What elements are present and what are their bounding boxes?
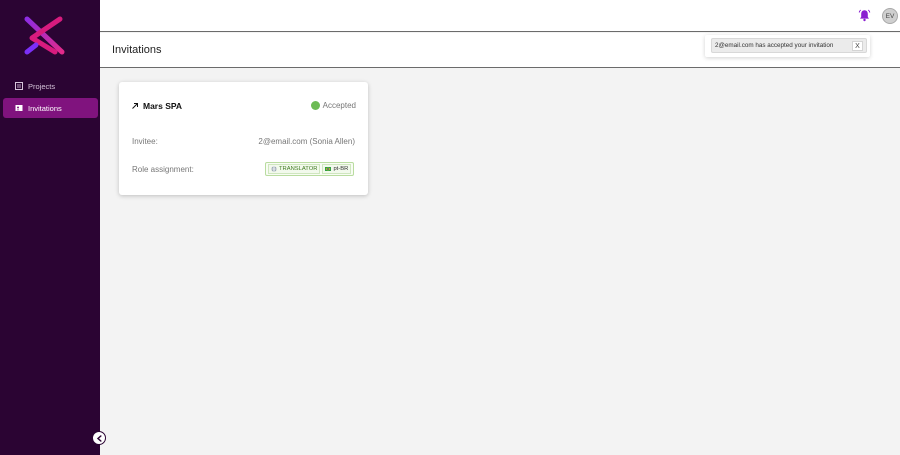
topbar: EV: [100, 0, 900, 32]
project-name: Mars SPA: [143, 101, 183, 111]
role-chip-label: TRANSLATOR: [279, 166, 318, 172]
invitee-label: Invitee:: [132, 137, 158, 146]
language-chip-label: pt-BR: [333, 166, 349, 172]
arrow-up-right-icon: [131, 102, 139, 110]
toast-close-button[interactable]: X: [852, 41, 863, 51]
project-link[interactable]: Mars SPA: [131, 101, 182, 111]
status-text: Accepted: [322, 101, 356, 110]
invitations-icon: [15, 104, 23, 112]
sidebar-item-label: Projects: [28, 81, 56, 91]
toast-message-box: 2@email.com has accepted your invitation…: [711, 38, 867, 53]
invitation-card: Mars SPA Accepted Invitee: 2@email.com (…: [119, 82, 368, 195]
chevron-left-icon: [96, 434, 103, 442]
role-assignment-label: Role assignment:: [132, 165, 194, 174]
invitee-value: 2@email.com (Sonia Allen): [258, 137, 355, 146]
projects-icon: [15, 82, 23, 90]
toast-notification: 2@email.com has accepted your invitation…: [705, 35, 870, 57]
language-chip: pt-BR: [322, 164, 352, 174]
status-dot: [310, 101, 320, 110]
collapse-sidebar-button[interactable]: [92, 431, 106, 445]
status-badge: Accepted: [310, 101, 356, 110]
sidebar-item-invitations[interactable]: Invitations: [3, 98, 98, 118]
role-assignment-chips: TRANSLATOR pt-BR: [265, 162, 355, 176]
brazil-flag-icon: [325, 166, 332, 172]
sidebar-item-projects[interactable]: Projects: [3, 76, 98, 96]
logo[interactable]: [22, 14, 66, 58]
role-chip: TRANSLATOR: [268, 164, 321, 174]
sidebar: Projects Invitations: [0, 0, 106, 455]
sidebar-item-label: Invitations: [28, 103, 62, 113]
page-title: Invitations: [112, 44, 162, 56]
bell-icon[interactable]: [858, 9, 871, 22]
close-icon: X: [855, 42, 860, 50]
avatar[interactable]: EV: [882, 8, 898, 24]
globe-icon: [271, 166, 277, 172]
toast-message: 2@email.com has accepted your invitation: [715, 42, 834, 49]
